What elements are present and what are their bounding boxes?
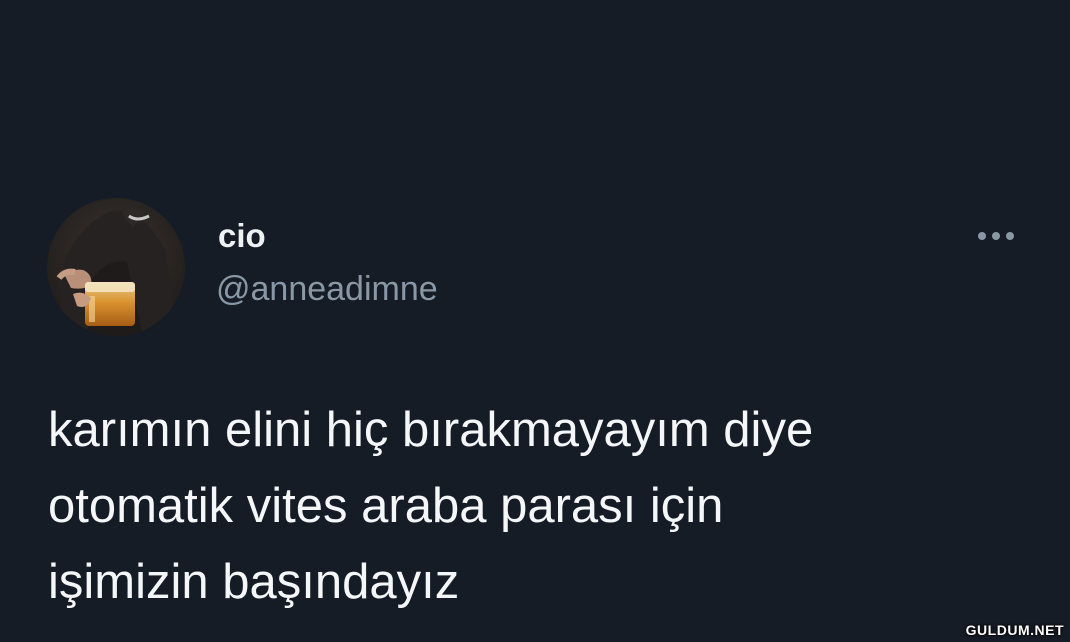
author-handle[interactable]: @anneadimne (216, 272, 438, 306)
tweet-text-line: işimizin başındayız (48, 555, 460, 609)
tweet-text-line: karımın elini hiç bırakmayayım diye (48, 403, 814, 457)
author-avatar[interactable] (47, 198, 185, 336)
profile-photo-icon (47, 198, 185, 336)
tweet-card: cio @anneadimne karımın elini hiç bırakm… (0, 0, 1070, 642)
author-display-name[interactable]: cio (218, 219, 266, 252)
more-options-icon[interactable] (972, 222, 1022, 250)
tweet-text: karımın elini hiç bırakmayayım diye otom… (48, 392, 1048, 620)
watermark: GULDUM.NET (965, 622, 1064, 638)
tweet-text-line: otomatik vites araba parası için (48, 479, 724, 533)
